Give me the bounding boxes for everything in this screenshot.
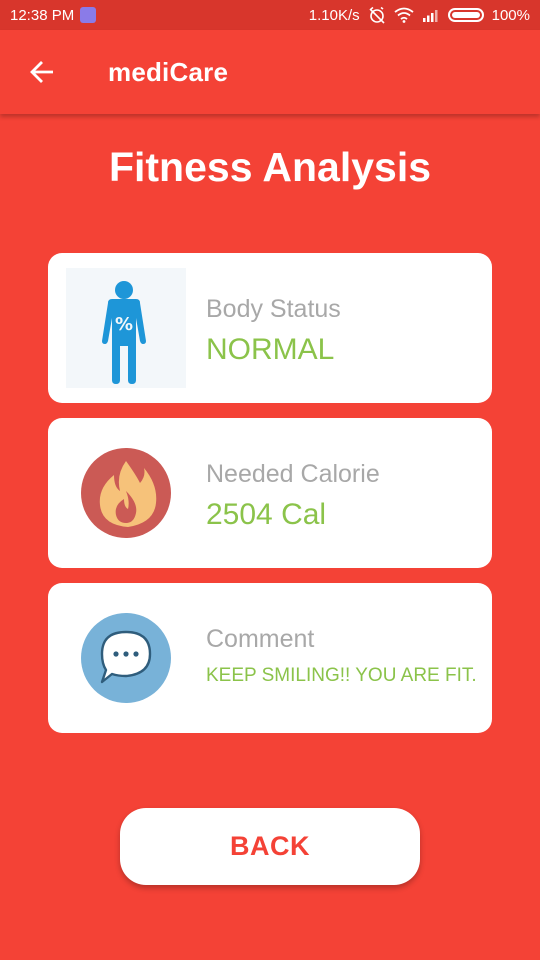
page-title: Fitness Analysis [108,144,432,190]
body-status-text: Body Status NORMAL [206,253,484,403]
comment-value: KEEP SMILING!! YOU ARE FIT. [206,665,477,686]
battery-icon [447,8,484,22]
battery-percent: 100% [491,6,530,24]
signal-icon [422,8,440,22]
chat-bubble-icon [66,598,186,718]
back-arrow-icon[interactable] [14,44,70,100]
status-right: 1.10K/s 100% [309,6,530,24]
needed-calorie-value: 2504 Cal [206,498,327,531]
needed-calorie-card: Needed Calorie 2504 Cal [48,418,492,568]
comment-label: Comment [206,625,315,653]
body-percent-icon: % [66,268,186,388]
needed-calorie-text: Needed Calorie 2504 Cal [206,418,484,568]
notification-app-icon [80,7,97,23]
back-button[interactable]: BACK [120,808,420,885]
comment-card: Comment KEEP SMILING!! YOU ARE FIT. [48,583,492,733]
status-bar: 12:38 PM 1.10K/s 100% [0,0,540,30]
comment-text: Comment KEEP SMILING!! YOU ARE FIT. [206,583,484,733]
svg-text:%: % [115,314,133,335]
network-speed: 1.10K/s [308,6,360,24]
flame-icon [66,433,186,553]
status-left: 12:38 PM [10,6,97,24]
app-title: mediCare [108,56,229,87]
body-status-label: Body Status [206,295,341,323]
wifi-icon [394,7,414,23]
needed-calorie-label: Needed Calorie [206,460,380,488]
app-bar: mediCare [0,30,540,114]
body-status-card: % Body Status NORMAL [48,253,492,403]
alarm-off-icon [368,6,386,24]
body-status-value: NORMAL [206,333,335,366]
status-time: 12:38 PM [10,6,75,24]
